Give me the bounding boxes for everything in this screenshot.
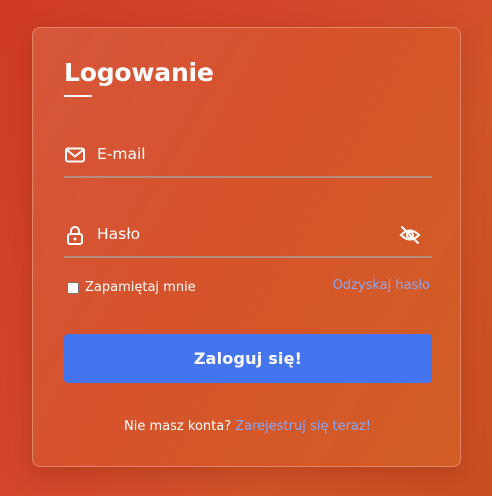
recover-password-link[interactable]: Odzyskaj hasło — [333, 278, 430, 293]
remember-me[interactable]: Zapamiętaj mnie — [67, 280, 196, 295]
login-button[interactable]: Zaloguj się! — [64, 334, 432, 383]
eye-slash-icon[interactable] — [398, 224, 422, 246]
password-input[interactable] — [97, 220, 387, 248]
lock-icon — [64, 224, 86, 246]
signup-prompt-text: Nie masz konta? — [124, 419, 232, 434]
remember-me-label: Zapamiętaj mnie — [85, 280, 196, 295]
email-field — [64, 136, 432, 178]
remember-me-checkbox[interactable] — [67, 281, 79, 294]
signup-link[interactable]: Zarejestruj się teraz! — [235, 419, 371, 434]
title-underline — [64, 95, 92, 97]
email-input[interactable] — [97, 140, 387, 168]
password-field — [64, 216, 432, 258]
login-card: Logowanie Zapami — [32, 27, 461, 467]
signup-prompt: Nie masz konta? Zarejestruj się teraz! — [33, 419, 462, 434]
login-title: Logowanie — [64, 58, 214, 87]
envelope-icon — [64, 144, 86, 166]
